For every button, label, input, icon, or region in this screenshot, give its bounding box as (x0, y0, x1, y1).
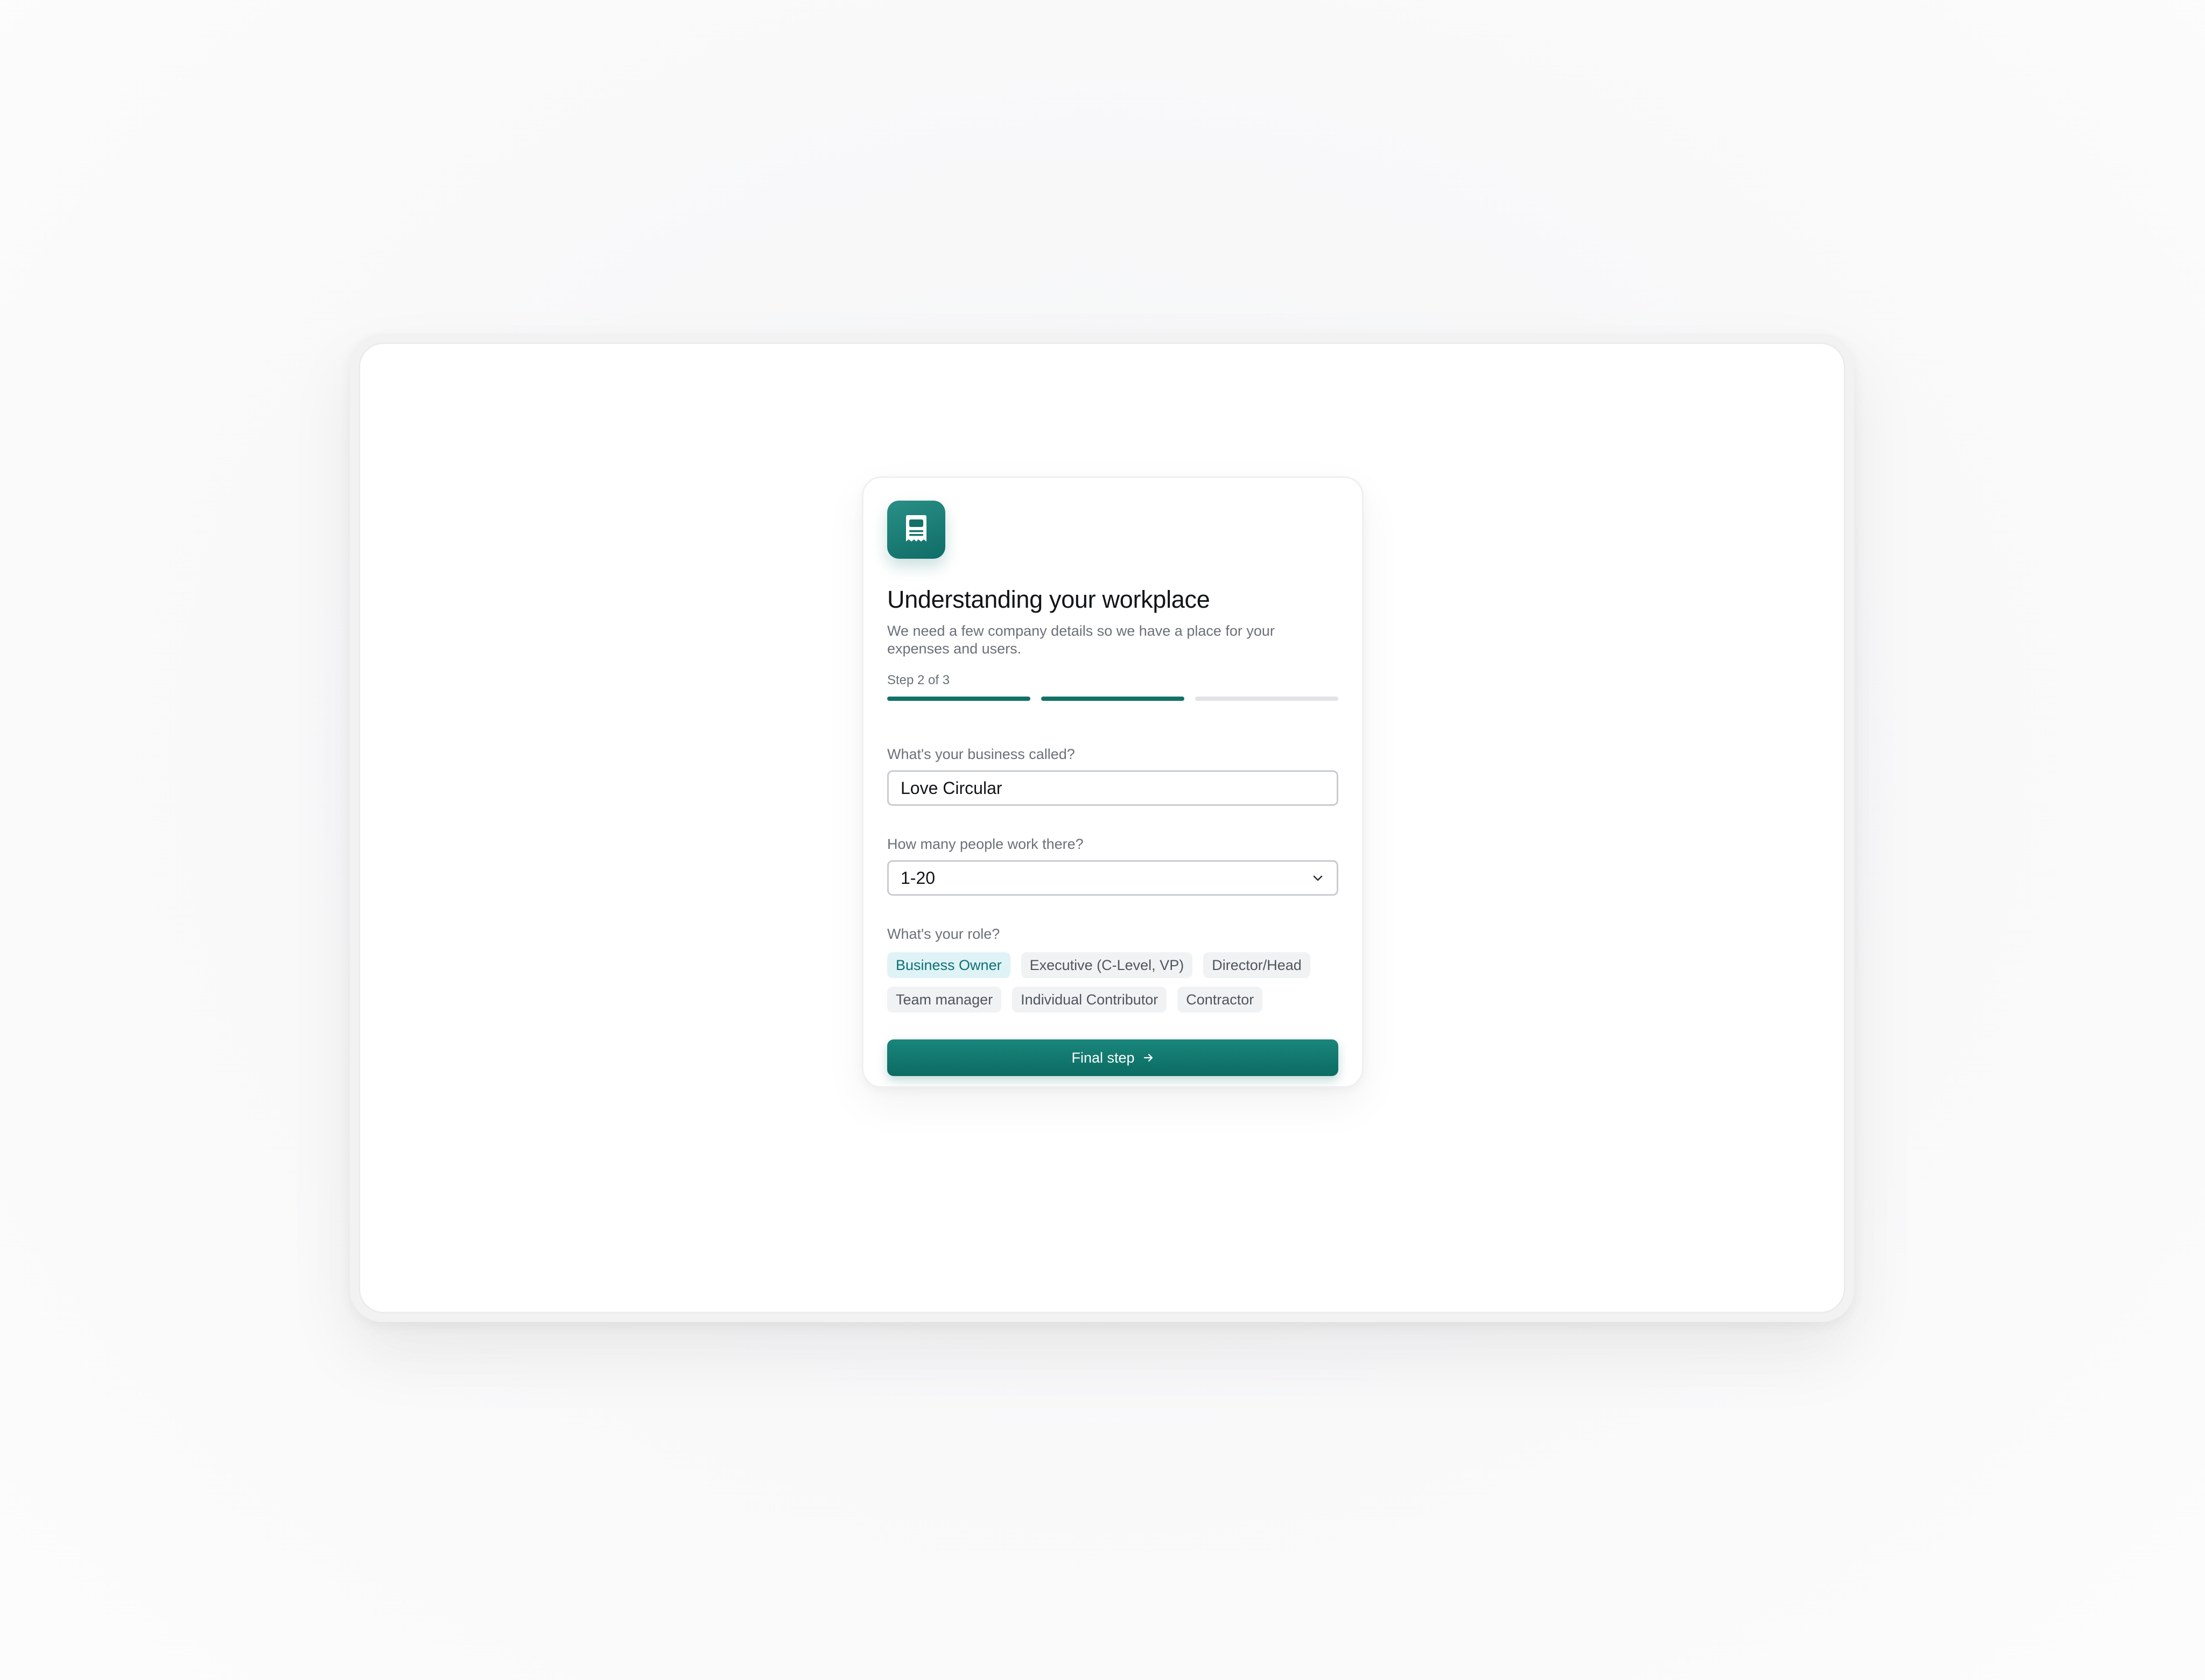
receipt-icon (906, 515, 926, 542)
background: Understanding your workplace We need a f… (0, 0, 2205, 1680)
role-chip-contractor[interactable]: Contractor (1177, 987, 1263, 1013)
page-title: Understanding your workplace (887, 586, 1210, 613)
progress-segment-1 (887, 697, 1030, 701)
role-options: Business Owner Executive (C-Level, VP) D… (887, 952, 1350, 1013)
arrow-right-icon (1143, 1053, 1153, 1062)
onboarding-card: Understanding your workplace We need a f… (862, 476, 1364, 1088)
page-subtitle: We need a few company details so we have… (887, 623, 1275, 657)
progress-segment-2 (1041, 697, 1184, 701)
final-step-label: Final step (1071, 1049, 1135, 1066)
company-size-value: 1-20 (901, 868, 936, 888)
business-name-label: What's your business called? (887, 746, 1075, 762)
business-name-input[interactable] (887, 770, 1338, 806)
role-chip-team-manager[interactable]: Team manager (887, 987, 1002, 1013)
role-chip-executive[interactable]: Executive (C-Level, VP) (1021, 952, 1193, 978)
role-label: What's your role? (887, 926, 1000, 942)
role-chip-individual-contributor[interactable]: Individual Contributor (1012, 987, 1167, 1013)
step-indicator: Step 2 of 3 (887, 673, 950, 687)
final-step-button[interactable]: Final step (887, 1039, 1338, 1076)
role-chip-business-owner[interactable]: Business Owner (887, 952, 1010, 978)
company-size-label: How many people work there? (887, 836, 1084, 852)
progress-bar (887, 697, 1338, 701)
company-size-select[interactable]: 1-20 (887, 860, 1338, 896)
screen: Understanding your workplace We need a f… (359, 342, 1845, 1313)
chevron-down-icon (1313, 875, 1323, 881)
app-logo (887, 501, 945, 559)
role-chip-director[interactable]: Director/Head (1203, 952, 1310, 978)
progress-segment-3 (1195, 697, 1338, 701)
device-frame: Understanding your workplace We need a f… (350, 334, 1854, 1322)
